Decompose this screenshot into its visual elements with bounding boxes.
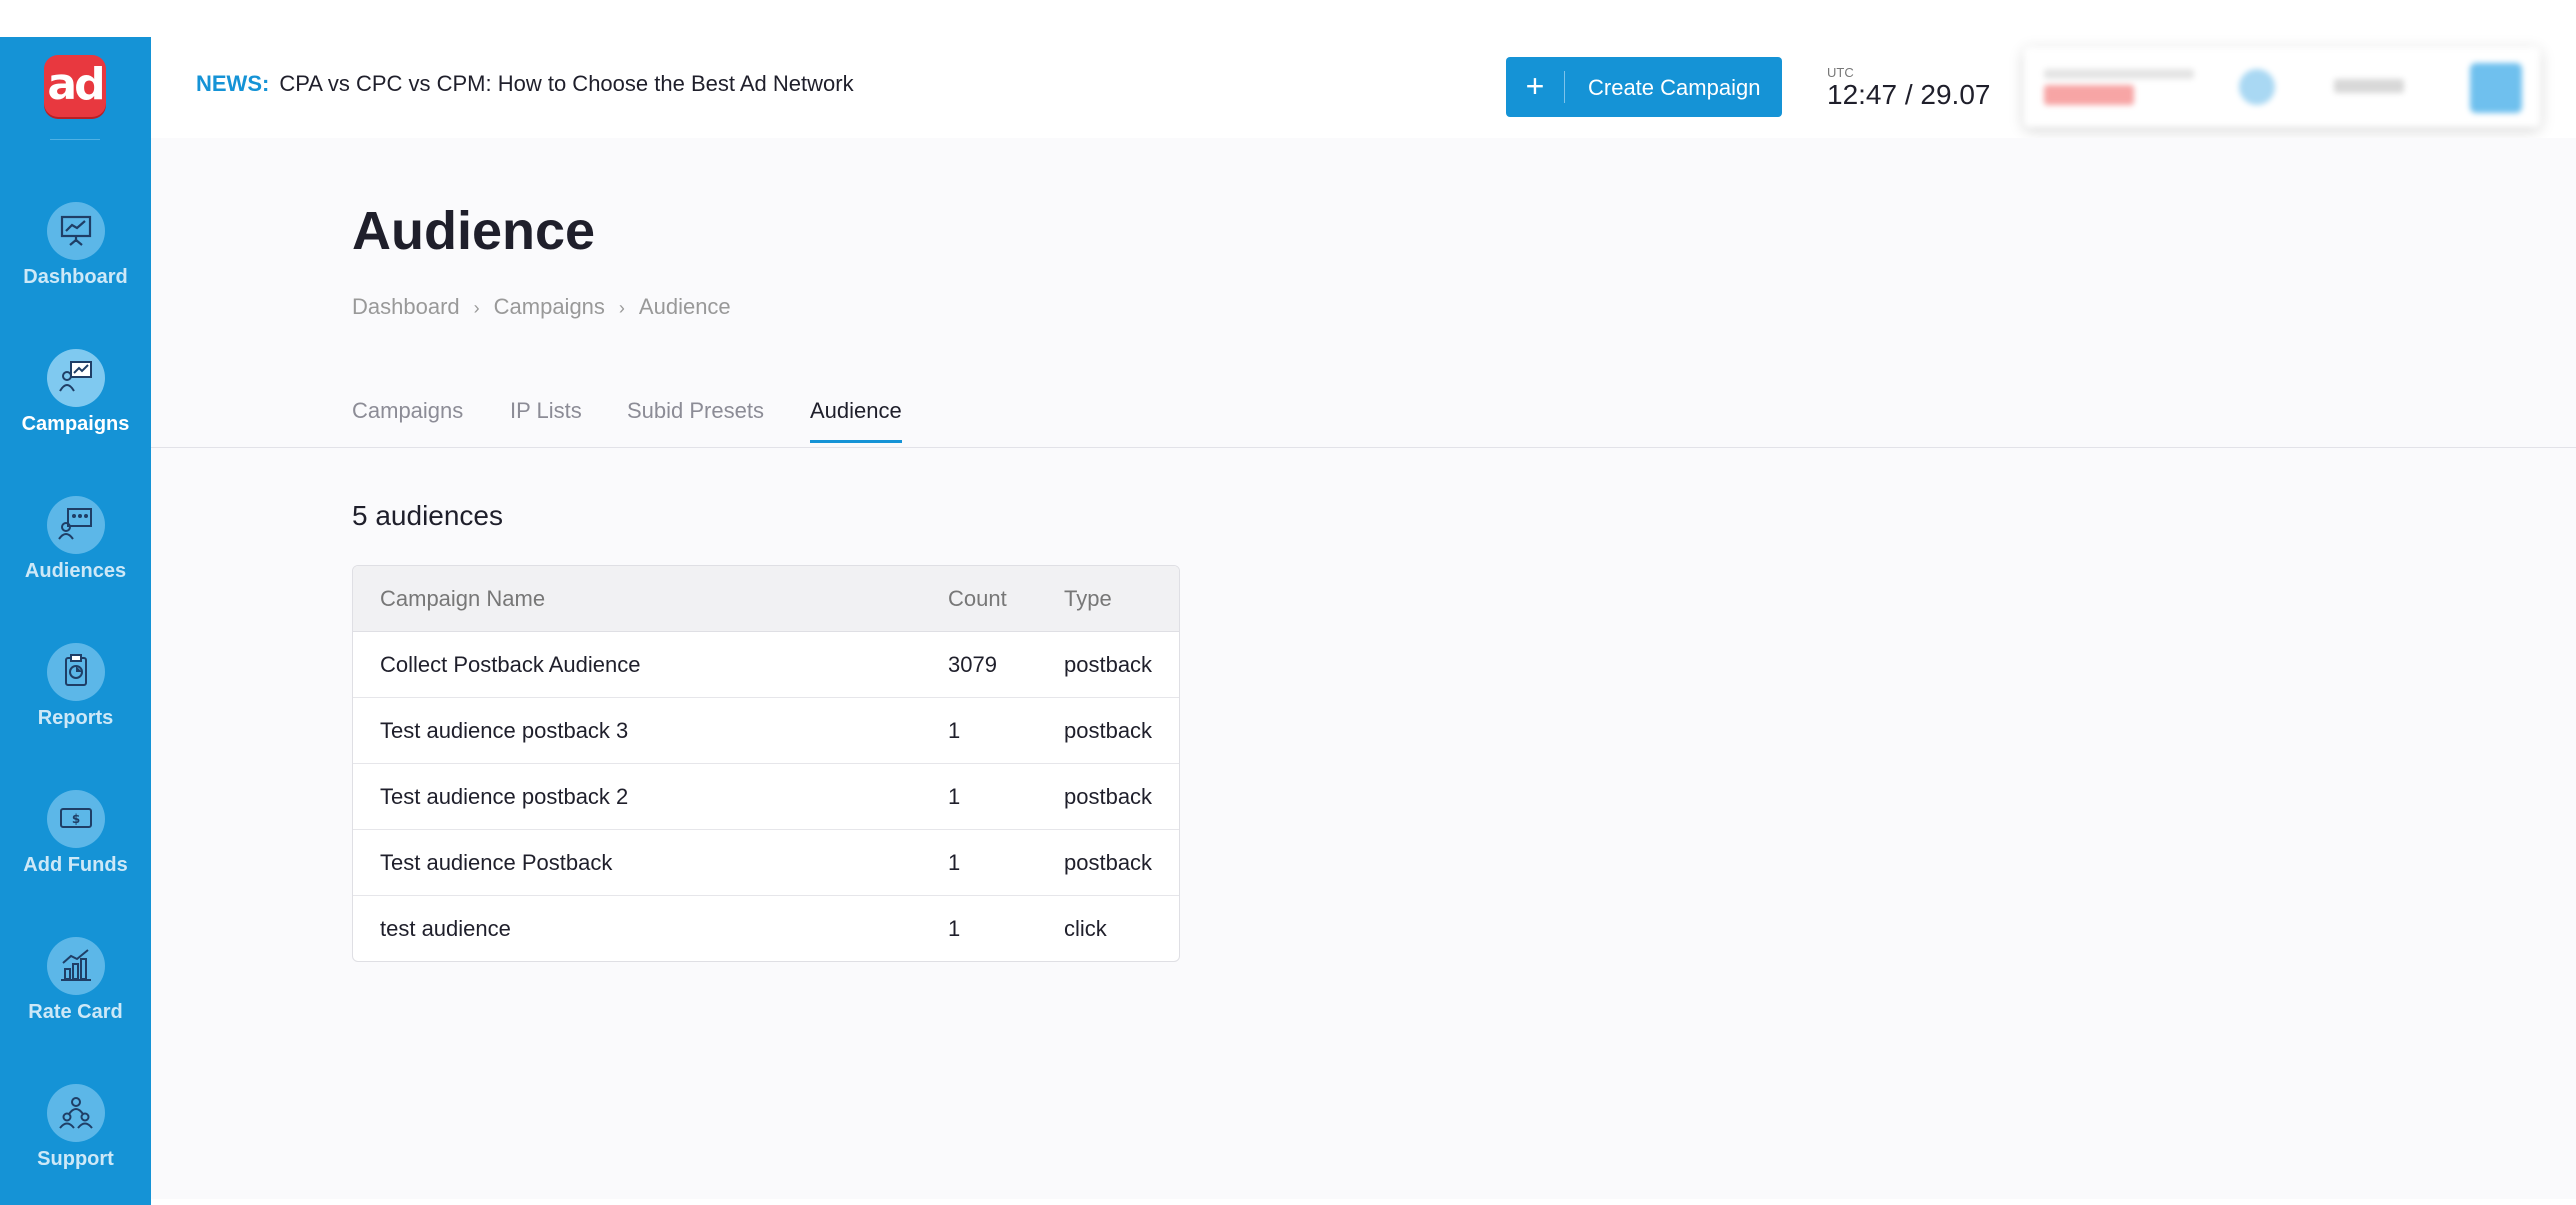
column-header-campaign-name[interactable]: Campaign Name xyxy=(353,566,921,632)
cell-count: 1 xyxy=(921,698,1037,764)
create-campaign-label: Create Campaign xyxy=(1588,75,1761,100)
cell-campaign-name[interactable]: Test audience postback 2 xyxy=(353,764,921,830)
tab-campaigns[interactable]: Campaigns xyxy=(352,398,463,440)
utc-time: 12:47 / 29.07 xyxy=(1827,79,1991,110)
cell-count: 1 xyxy=(948,915,961,941)
tab-audience[interactable]: Audience xyxy=(810,398,902,443)
column-header-type[interactable]: Type xyxy=(1037,566,1179,632)
sidebar-item-rate-card[interactable]: Rate Card xyxy=(0,937,151,1057)
account-balance xyxy=(2044,85,2134,105)
create-campaign-button[interactable]: + Create Campaign xyxy=(1506,57,1782,117)
button-divider xyxy=(1564,71,1565,103)
column-header-count[interactable]: Count xyxy=(921,566,1037,632)
utc-label: UTC xyxy=(1827,65,1854,80)
sidebar: ad Dashboard Campaigns Audiences Reports… xyxy=(0,37,151,1205)
logo-divider xyxy=(50,139,100,140)
cell-count: 1 xyxy=(921,764,1037,830)
logo[interactable]: ad xyxy=(44,55,106,117)
table-header-row: Campaign Name Count Type xyxy=(353,566,1179,632)
main-content: Audience Dashboard › Campaigns › Audience Ca… xyxy=(151,138,2576,1199)
account-balance-label xyxy=(2044,69,2194,79)
cell-count: 3079 xyxy=(921,632,1037,698)
sidebar-item-label: Audiences xyxy=(24,560,127,582)
clipboard-report-icon xyxy=(47,643,105,701)
sidebar-item-label: Campaigns xyxy=(21,413,130,435)
cell-type: postback xyxy=(1037,698,1179,764)
sidebar-item-support[interactable]: Support xyxy=(0,1084,151,1204)
sidebar-item-label: Support xyxy=(37,1148,114,1170)
table-row[interactable]: test audience 1 click xyxy=(353,896,1179,961)
cell-campaign-name[interactable]: Test audience Postback xyxy=(353,830,921,896)
top-header: NEWS: CPA vs CPC vs CPM: How to Choose th… xyxy=(151,37,2576,138)
table-row[interactable]: Test audience postback 2 1 postback xyxy=(353,764,1179,830)
campaign-person-icon xyxy=(47,349,105,407)
breadcrumb: Dashboard › Campaigns › Audience xyxy=(352,294,731,320)
tab-subid-presets[interactable]: Subid Presets xyxy=(627,398,764,440)
support-people-icon xyxy=(47,1084,105,1142)
plus-icon: + xyxy=(1525,68,1545,104)
news-tag: NEWS: xyxy=(196,71,270,96)
account-name xyxy=(2334,79,2404,93)
sidebar-item-label: Reports xyxy=(37,707,114,729)
sidebar-item-label: Rate Card xyxy=(28,1001,123,1023)
cell-type: postback xyxy=(1037,830,1179,896)
tab-ip-lists[interactable]: IP Lists xyxy=(510,398,582,440)
table-row[interactable]: Collect Postback Audience 3079 postback xyxy=(353,632,1179,698)
breadcrumb-dashboard[interactable]: Dashboard xyxy=(352,294,460,319)
sidebar-item-add-funds[interactable]: $ Add Funds xyxy=(0,790,151,910)
avatar[interactable] xyxy=(2470,63,2522,113)
cell-count: 1 xyxy=(921,830,1037,896)
presentation-chart-icon xyxy=(47,202,105,260)
logo-text: ad xyxy=(47,59,105,110)
sidebar-item-campaigns[interactable]: Campaigns xyxy=(0,349,151,469)
sidebar-item-dashboard[interactable]: Dashboard xyxy=(0,202,151,322)
table-row[interactable]: Test audience Postback 1 postback xyxy=(353,830,1179,896)
cell-type: click xyxy=(1064,915,1107,941)
cell-type: postback xyxy=(1037,632,1179,698)
sidebar-item-label: Add Funds xyxy=(23,854,128,876)
breadcrumb-current: Audience xyxy=(638,294,731,319)
svg-text:$: $ xyxy=(72,812,80,826)
breadcrumb-campaigns[interactable]: Campaigns xyxy=(494,294,605,319)
cell-type: postback xyxy=(1037,764,1179,830)
news-link[interactable]: CPA vs CPC vs CPM: How to Choose the Bes… xyxy=(279,71,853,96)
sidebar-item-label: Dashboard xyxy=(23,266,128,288)
bar-chart-icon xyxy=(47,937,105,995)
audience-screen-icon xyxy=(47,496,105,554)
table-row[interactable]: Test audience postback 3 1 postback xyxy=(353,698,1179,764)
breadcrumb-separator-icon: › xyxy=(618,298,625,318)
money-bill-icon: $ xyxy=(47,790,105,848)
cell-campaign-name[interactable]: test audience xyxy=(353,896,921,961)
cell-campaign-name[interactable]: Test audience postback 3 xyxy=(353,698,921,764)
sidebar-item-reports[interactable]: Reports xyxy=(0,643,151,763)
news-banner[interactable]: NEWS: CPA vs CPC vs CPM: How to Choose th… xyxy=(196,71,854,97)
audience-table: Campaign Name Count Type Collect Postbac… xyxy=(352,565,1180,962)
sidebar-item-audiences[interactable]: Audiences xyxy=(0,496,151,616)
account-panel[interactable] xyxy=(2024,47,2540,127)
notification-icon[interactable] xyxy=(2239,69,2275,105)
page-title: Audience xyxy=(352,201,596,261)
tab-divider xyxy=(151,447,2576,448)
cell-campaign-name[interactable]: Collect Postback Audience xyxy=(353,632,921,698)
breadcrumb-separator-icon: › xyxy=(473,298,480,318)
audience-count: 5 audiences xyxy=(352,500,504,531)
